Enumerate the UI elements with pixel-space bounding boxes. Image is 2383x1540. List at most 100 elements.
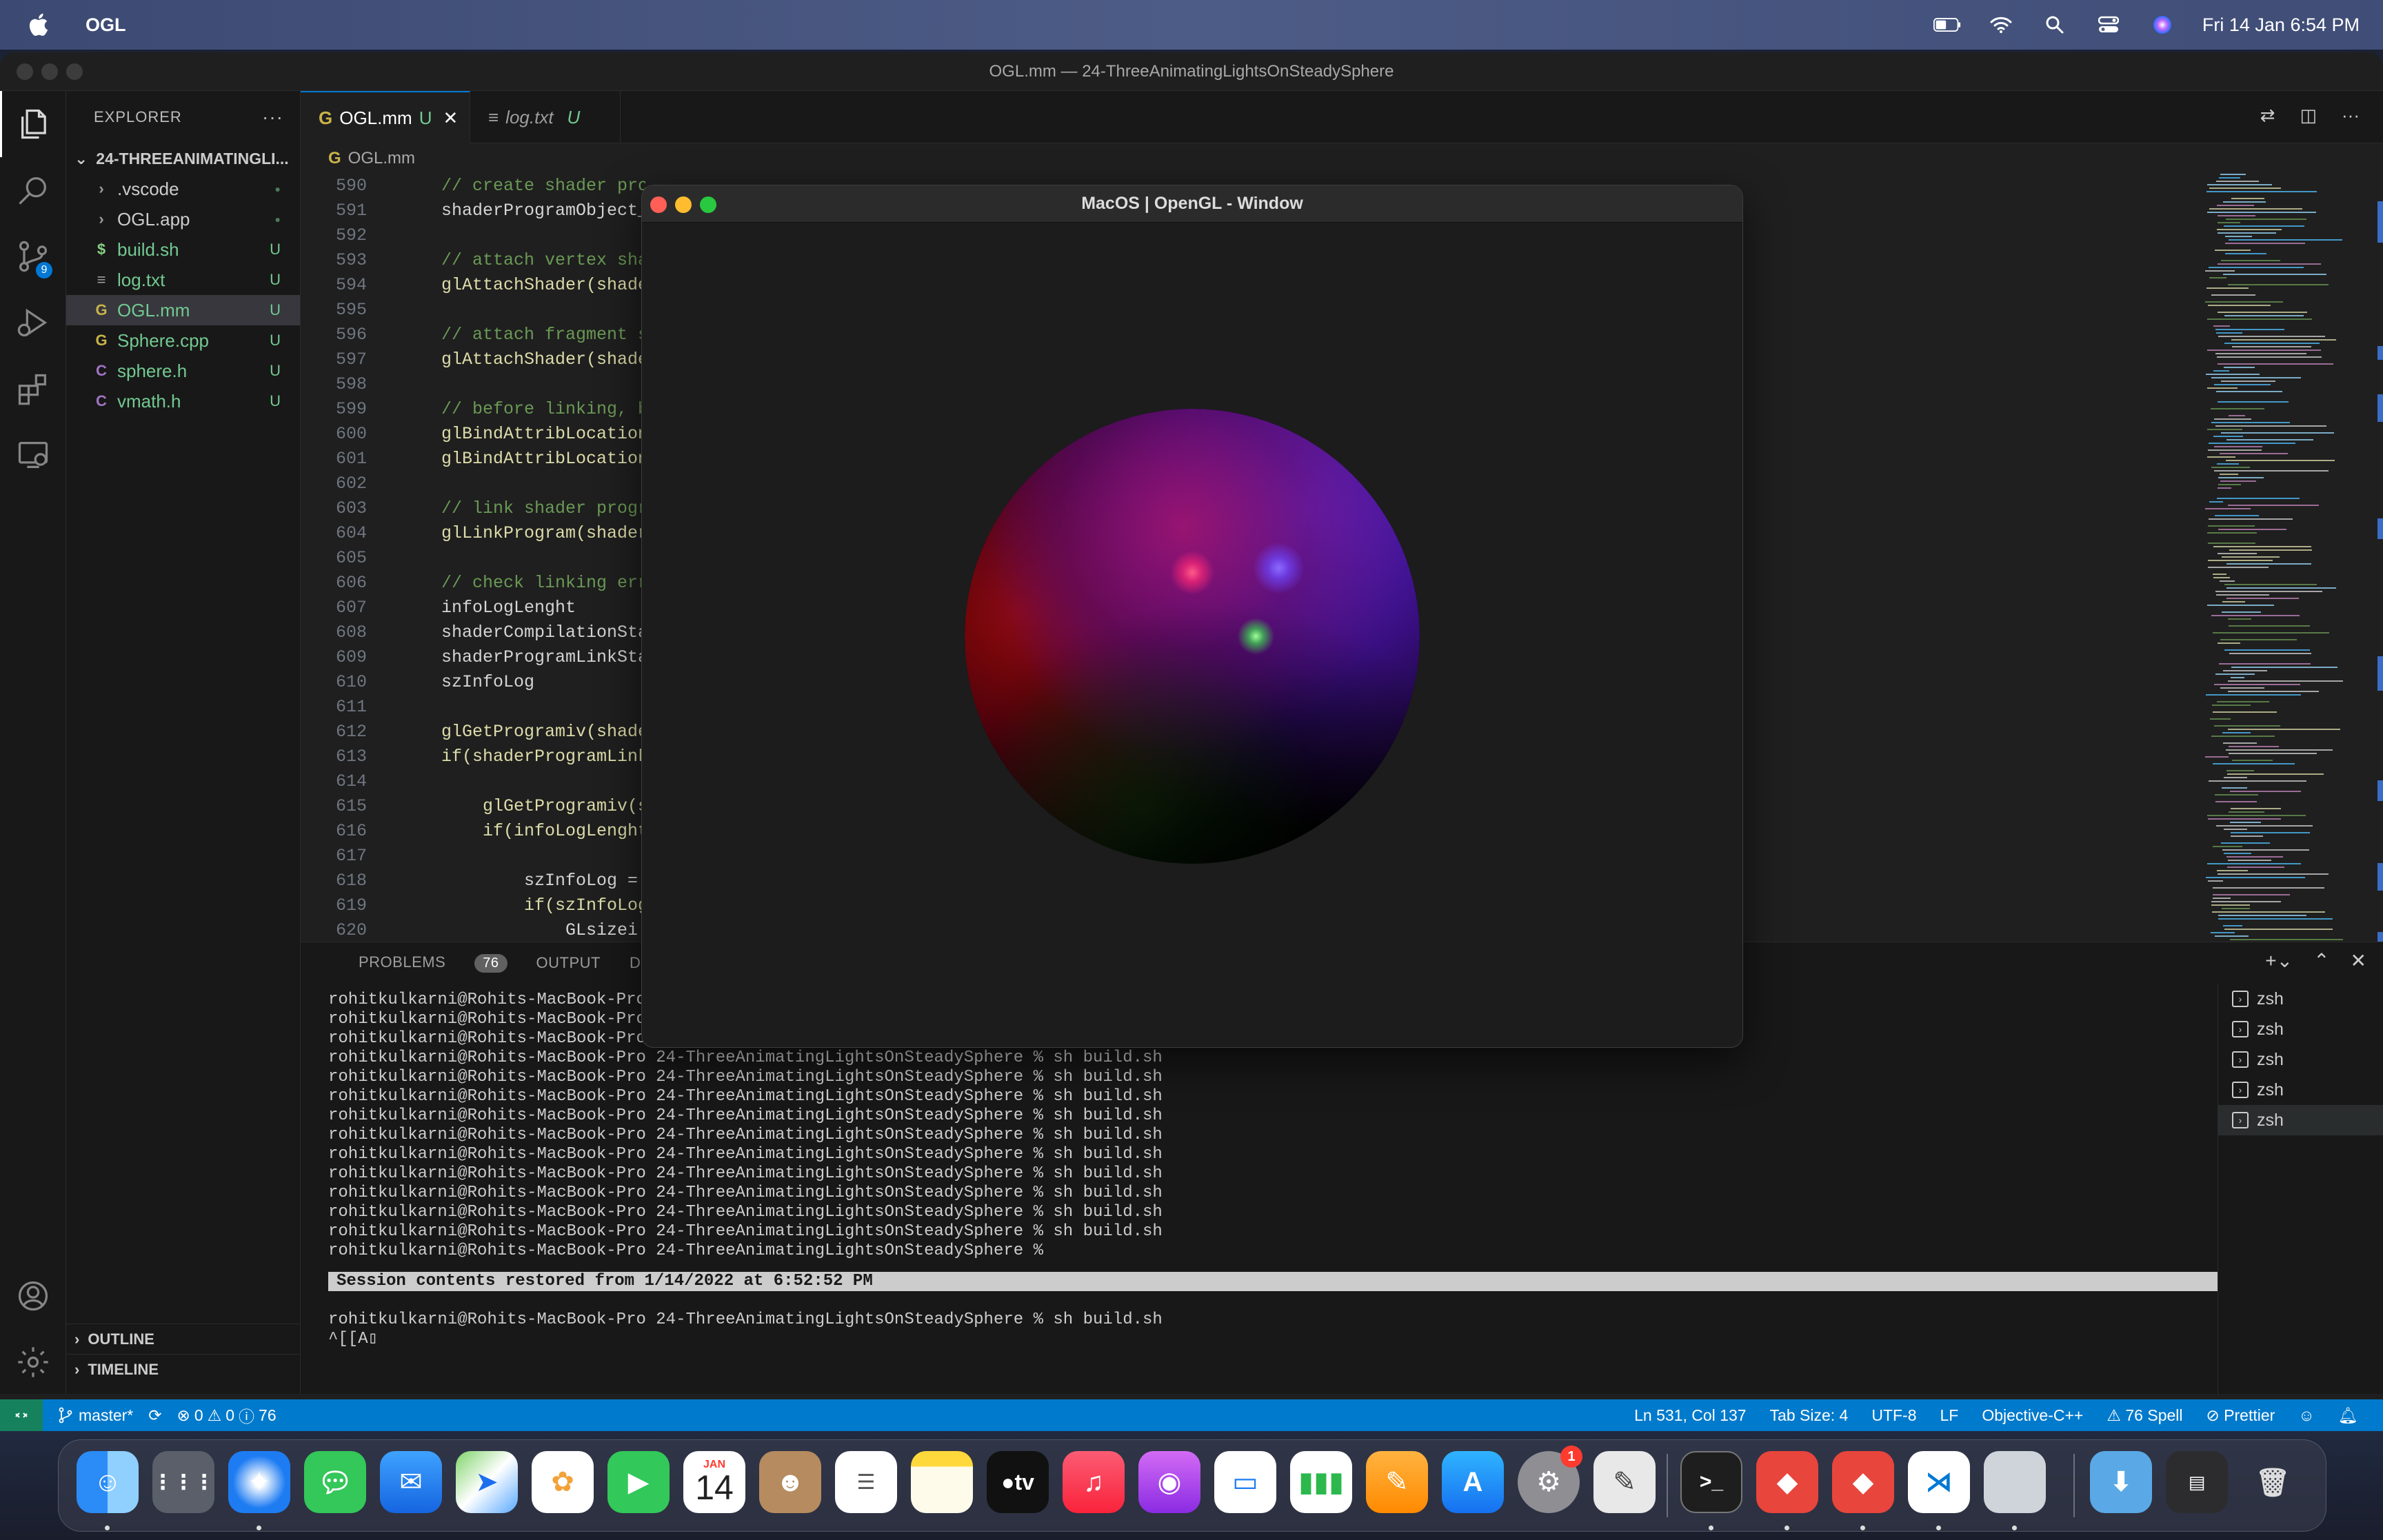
app-store-icon[interactable]: A (1442, 1451, 1504, 1513)
extensions-activity[interactable] (0, 356, 66, 422)
explorer-item[interactable]: Csphere.h U (66, 356, 300, 386)
minimap[interactable] (2204, 174, 2376, 994)
podcasts-icon[interactable]: ◉ (1138, 1451, 1200, 1513)
remote-explorer-activity[interactable] (0, 422, 66, 488)
calendar-icon[interactable]: JAN 14 (683, 1451, 745, 1513)
photos-icon[interactable]: ✿ (532, 1451, 594, 1513)
battery-icon[interactable] (1933, 12, 1961, 37)
menu-app-name[interactable]: OGL (86, 14, 126, 36)
problems-status[interactable]: ⊗ 0 ⚠ 0 ⓘ 76 (177, 1404, 276, 1427)
minimize-window-button[interactable] (41, 63, 58, 80)
maps-icon[interactable]: ➤ (456, 1451, 518, 1513)
zoom-window-button[interactable] (66, 63, 83, 80)
explorer-activity[interactable] (0, 91, 66, 157)
explorer-item[interactable]: › OGL.app ● (66, 204, 300, 234)
terminal-instance[interactable]: › zsh (2218, 984, 2383, 1014)
music-icon[interactable]: ♫ (1063, 1451, 1125, 1513)
prettier-status[interactable]: ⊘ Prettier (2206, 1406, 2275, 1425)
source-control-activity[interactable]: 9 (0, 223, 66, 290)
apple-logo-icon[interactable] (25, 10, 54, 39)
search-activity[interactable] (0, 157, 66, 223)
split-editor-icon[interactable]: ◫ (2300, 105, 2317, 126)
more-actions-icon[interactable]: ··· (262, 106, 283, 128)
timeline-section[interactable]: › TIMELINE (66, 1354, 301, 1384)
zoom-window-button[interactable] (700, 196, 716, 213)
git-client-icon[interactable]: ◆ (1756, 1451, 1818, 1513)
textedit-icon[interactable]: ✎ (1593, 1451, 1656, 1513)
launchpad-icon[interactable]: ⋮⋮⋮ (152, 1451, 214, 1513)
apple-tv-icon[interactable]: ● tv (987, 1451, 1049, 1513)
terminal-instance[interactable]: › zsh (2218, 1014, 2383, 1044)
messages-icon[interactable]: 💬︎ (304, 1451, 366, 1513)
close-tab-icon[interactable]: ✕ (443, 108, 458, 129)
spotlight-search-icon[interactable] (2041, 12, 2069, 37)
trash-icon[interactable]: 🗑︎ (2242, 1451, 2304, 1513)
explorer-item[interactable]: G Sphere.cpp U (66, 325, 300, 356)
language-mode[interactable]: Objective-C++ (1982, 1406, 2083, 1425)
tab-log-txt[interactable]: ≡ log.txt U (470, 91, 621, 143)
terminal-instance[interactable]: › zsh (2218, 1075, 2383, 1105)
terminal-instance[interactable]: › zsh (2218, 1044, 2383, 1075)
remote-indicator[interactable] (0, 1399, 43, 1431)
open-changes-icon[interactable]: ⇄ (2260, 105, 2275, 126)
tab-size[interactable]: Tab Size: 4 (1770, 1406, 1849, 1425)
numbers-icon[interactable]: ▮▮▮ (1290, 1451, 1352, 1513)
ogl-app-icon[interactable] (1984, 1451, 2046, 1513)
facetime-icon[interactable]: ▶ (607, 1451, 670, 1513)
terminal-app-icon[interactable]: >_ (1680, 1451, 1742, 1513)
safari-icon[interactable]: ✦ (228, 1451, 290, 1513)
explorer-item[interactable]: Cvmath.h U (66, 386, 300, 416)
mail-icon[interactable]: ✉ (380, 1451, 442, 1513)
manage-activity[interactable] (0, 1329, 66, 1395)
opengl-window-titlebar[interactable]: MacOS | OpenGL - Window (642, 185, 1742, 223)
more-actions-icon[interactable]: ··· (2342, 105, 2360, 126)
tab-ogl-mm[interactable]: G OGL.mm U ✕ (301, 91, 470, 143)
workspace-folder[interactable]: ⌄ 24-THREEANIMATINGLI... (66, 143, 300, 174)
notifications-bell-icon[interactable]: 🔔︎ (2338, 1406, 2358, 1425)
finder-icon[interactable]: ☺ (77, 1451, 139, 1513)
close-window-button[interactable] (17, 63, 33, 80)
branch-status[interactable]: master* (58, 1406, 133, 1425)
siri-icon[interactable] (2149, 12, 2176, 37)
contacts-icon[interactable]: ☻ (759, 1451, 821, 1513)
feedback-icon[interactable]: ☺ (2298, 1406, 2314, 1425)
new-terminal-icon[interactable]: +⌄ (2265, 949, 2293, 972)
explorer-item[interactable]: › .vscode ● (66, 174, 300, 204)
outline-section[interactable]: › OUTLINE (66, 1324, 301, 1354)
end-of-line[interactable]: LF (1940, 1406, 1959, 1425)
code-editor[interactable]: 590 // create shader program object 591 sha… (301, 174, 645, 994)
editor-scrollbar[interactable] (2376, 174, 2383, 994)
run-debug-activity[interactable] (0, 290, 66, 356)
tab-output[interactable]: OUTPUT (536, 954, 601, 972)
close-panel-icon[interactable]: ✕ (2351, 949, 2366, 972)
terminal-input-line[interactable]: ^[[A▯ (328, 1330, 2218, 1349)
sync-icon[interactable]: ⟳ (148, 1406, 161, 1425)
wifi-icon[interactable] (1987, 12, 2015, 37)
system-preferences-icon[interactable]: ⚙ 1 (1518, 1446, 1582, 1513)
downloads-folder-icon[interactable]: ⬇ (2090, 1451, 2152, 1513)
git-tool-icon[interactable]: ◆ (1832, 1451, 1894, 1513)
pages-icon[interactable]: ✎ (1366, 1451, 1428, 1513)
explorer-item[interactable]: ≡ log.txt U (66, 265, 300, 295)
breadcrumb[interactable]: G OGL.mm (328, 143, 415, 174)
terminal-instance[interactable]: › zsh (2218, 1105, 2383, 1135)
window-titlebar[interactable]: OGL.mm — 24-ThreeAnimatingLightsOnSteady… (0, 52, 2383, 91)
notes-icon[interactable] (911, 1451, 973, 1513)
accounts-activity[interactable] (0, 1263, 66, 1329)
explorer-item[interactable]: $ build.sh U (66, 234, 300, 265)
vscode-app-icon[interactable]: ⋊ (1908, 1451, 1970, 1513)
menubar-clock[interactable]: Fri 14 Jan 6:54 PM (2202, 14, 2360, 36)
tab-problems[interactable]: PROBLEMS 76 (330, 953, 507, 973)
terminal[interactable]: rohitkulkarni@Rohits-MacBook-Pro rohitkul… (328, 991, 2218, 1377)
maximize-panel-icon[interactable]: ⌃ (2313, 949, 2329, 972)
keynote-icon[interactable]: ▭ (1214, 1451, 1276, 1513)
minimize-window-button[interactable] (675, 196, 692, 213)
recent-item-icon[interactable]: ▤ (2166, 1451, 2228, 1513)
spell-status[interactable]: ⚠ 76 Spell (2107, 1406, 2182, 1425)
control-center-icon[interactable] (2095, 12, 2122, 37)
explorer-item[interactable]: G OGL.mm U (66, 295, 300, 325)
close-window-button[interactable] (650, 196, 667, 213)
encoding[interactable]: UTF-8 (1871, 1406, 1916, 1425)
reminders-icon[interactable]: ☰ (835, 1451, 897, 1513)
cursor-position[interactable]: Ln 531, Col 137 (1634, 1406, 1746, 1425)
